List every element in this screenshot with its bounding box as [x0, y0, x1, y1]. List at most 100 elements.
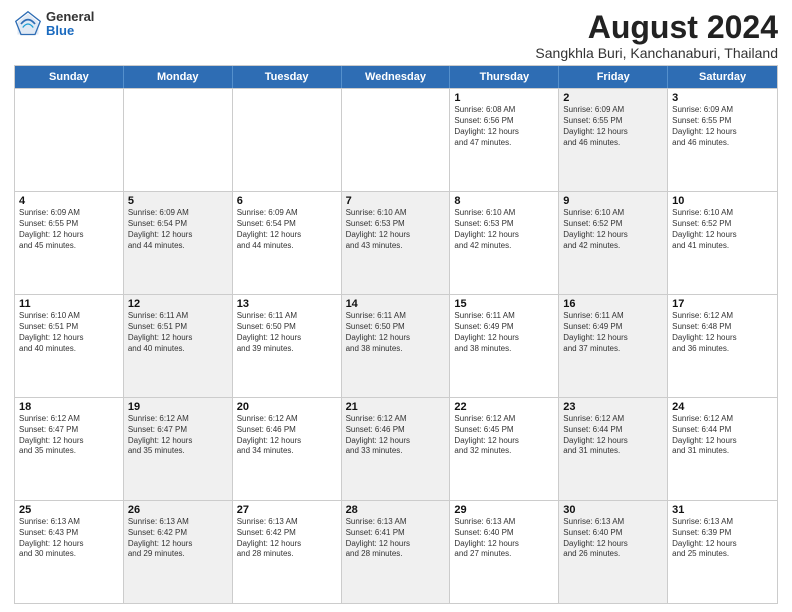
day-number: 28 [346, 504, 446, 516]
day-number: 22 [454, 401, 554, 413]
day-number: 4 [19, 195, 119, 207]
calendar-cell-21: 21Sunrise: 6:12 AM Sunset: 6:46 PM Dayli… [342, 398, 451, 500]
calendar-row-2: 11Sunrise: 6:10 AM Sunset: 6:51 PM Dayli… [15, 294, 777, 397]
calendar-cell-7: 7Sunrise: 6:10 AM Sunset: 6:53 PM Daylig… [342, 192, 451, 294]
day-number: 25 [19, 504, 119, 516]
day-number: 7 [346, 195, 446, 207]
calendar-cell-15: 15Sunrise: 6:11 AM Sunset: 6:49 PM Dayli… [450, 295, 559, 397]
calendar-row-4: 25Sunrise: 6:13 AM Sunset: 6:43 PM Dayli… [15, 500, 777, 603]
calendar-row-0: 1Sunrise: 6:08 AM Sunset: 6:56 PM Daylig… [15, 88, 777, 191]
day-number: 15 [454, 298, 554, 310]
calendar-cell-23: 23Sunrise: 6:12 AM Sunset: 6:44 PM Dayli… [559, 398, 668, 500]
calendar-cell-26: 26Sunrise: 6:13 AM Sunset: 6:42 PM Dayli… [124, 501, 233, 603]
day-number: 10 [672, 195, 773, 207]
day-info: Sunrise: 6:12 AM Sunset: 6:44 PM Dayligh… [672, 414, 773, 457]
day-number: 12 [128, 298, 228, 310]
day-number: 6 [237, 195, 337, 207]
header: General Blue August 2024 Sangkhla Buri, … [14, 10, 778, 61]
title-block: August 2024 Sangkhla Buri, Kanchanaburi,… [535, 10, 778, 61]
day-info: Sunrise: 6:09 AM Sunset: 6:55 PM Dayligh… [672, 105, 773, 148]
calendar-cell-11: 11Sunrise: 6:10 AM Sunset: 6:51 PM Dayli… [15, 295, 124, 397]
day-info: Sunrise: 6:11 AM Sunset: 6:49 PM Dayligh… [454, 311, 554, 354]
calendar-cell-1: 1Sunrise: 6:08 AM Sunset: 6:56 PM Daylig… [450, 89, 559, 191]
day-info: Sunrise: 6:12 AM Sunset: 6:48 PM Dayligh… [672, 311, 773, 354]
day-info: Sunrise: 6:09 AM Sunset: 6:54 PM Dayligh… [237, 208, 337, 251]
calendar-row-1: 4Sunrise: 6:09 AM Sunset: 6:55 PM Daylig… [15, 191, 777, 294]
day-number: 5 [128, 195, 228, 207]
day-number: 13 [237, 298, 337, 310]
day-number: 9 [563, 195, 663, 207]
calendar-cell-empty-0-3 [342, 89, 451, 191]
calendar-cell-2: 2Sunrise: 6:09 AM Sunset: 6:55 PM Daylig… [559, 89, 668, 191]
day-info: Sunrise: 6:13 AM Sunset: 6:39 PM Dayligh… [672, 517, 773, 560]
calendar-cell-17: 17Sunrise: 6:12 AM Sunset: 6:48 PM Dayli… [668, 295, 777, 397]
day-info: Sunrise: 6:10 AM Sunset: 6:53 PM Dayligh… [454, 208, 554, 251]
calendar-cell-24: 24Sunrise: 6:12 AM Sunset: 6:44 PM Dayli… [668, 398, 777, 500]
calendar-cell-empty-0-0 [15, 89, 124, 191]
calendar-cell-10: 10Sunrise: 6:10 AM Sunset: 6:52 PM Dayli… [668, 192, 777, 294]
calendar-cell-31: 31Sunrise: 6:13 AM Sunset: 6:39 PM Dayli… [668, 501, 777, 603]
calendar-cell-5: 5Sunrise: 6:09 AM Sunset: 6:54 PM Daylig… [124, 192, 233, 294]
day-number: 16 [563, 298, 663, 310]
day-number: 18 [19, 401, 119, 413]
calendar-cell-8: 8Sunrise: 6:10 AM Sunset: 6:53 PM Daylig… [450, 192, 559, 294]
page: General Blue August 2024 Sangkhla Buri, … [0, 0, 792, 612]
header-day-tuesday: Tuesday [233, 66, 342, 88]
header-day-sunday: Sunday [15, 66, 124, 88]
calendar-cell-19: 19Sunrise: 6:12 AM Sunset: 6:47 PM Dayli… [124, 398, 233, 500]
day-info: Sunrise: 6:13 AM Sunset: 6:40 PM Dayligh… [563, 517, 663, 560]
day-info: Sunrise: 6:11 AM Sunset: 6:49 PM Dayligh… [563, 311, 663, 354]
calendar-row-3: 18Sunrise: 6:12 AM Sunset: 6:47 PM Dayli… [15, 397, 777, 500]
day-info: Sunrise: 6:13 AM Sunset: 6:43 PM Dayligh… [19, 517, 119, 560]
day-number: 31 [672, 504, 773, 516]
calendar-cell-20: 20Sunrise: 6:12 AM Sunset: 6:46 PM Dayli… [233, 398, 342, 500]
calendar-cell-27: 27Sunrise: 6:13 AM Sunset: 6:42 PM Dayli… [233, 501, 342, 603]
calendar-cell-16: 16Sunrise: 6:11 AM Sunset: 6:49 PM Dayli… [559, 295, 668, 397]
logo-blue: Blue [46, 24, 94, 38]
calendar-cell-12: 12Sunrise: 6:11 AM Sunset: 6:51 PM Dayli… [124, 295, 233, 397]
logo: General Blue [14, 10, 94, 39]
header-day-wednesday: Wednesday [342, 66, 451, 88]
day-info: Sunrise: 6:13 AM Sunset: 6:40 PM Dayligh… [454, 517, 554, 560]
day-info: Sunrise: 6:10 AM Sunset: 6:52 PM Dayligh… [563, 208, 663, 251]
calendar-cell-13: 13Sunrise: 6:11 AM Sunset: 6:50 PM Dayli… [233, 295, 342, 397]
calendar: SundayMondayTuesdayWednesdayThursdayFrid… [14, 65, 778, 604]
day-info: Sunrise: 6:12 AM Sunset: 6:44 PM Dayligh… [563, 414, 663, 457]
day-number: 24 [672, 401, 773, 413]
day-number: 20 [237, 401, 337, 413]
day-number: 17 [672, 298, 773, 310]
day-info: Sunrise: 6:08 AM Sunset: 6:56 PM Dayligh… [454, 105, 554, 148]
day-info: Sunrise: 6:11 AM Sunset: 6:50 PM Dayligh… [346, 311, 446, 354]
day-info: Sunrise: 6:10 AM Sunset: 6:51 PM Dayligh… [19, 311, 119, 354]
day-number: 11 [19, 298, 119, 310]
day-info: Sunrise: 6:10 AM Sunset: 6:53 PM Dayligh… [346, 208, 446, 251]
calendar-cell-9: 9Sunrise: 6:10 AM Sunset: 6:52 PM Daylig… [559, 192, 668, 294]
day-number: 1 [454, 92, 554, 104]
calendar-cell-empty-0-2 [233, 89, 342, 191]
day-number: 8 [454, 195, 554, 207]
day-info: Sunrise: 6:10 AM Sunset: 6:52 PM Dayligh… [672, 208, 773, 251]
day-number: 21 [346, 401, 446, 413]
calendar-header: SundayMondayTuesdayWednesdayThursdayFrid… [15, 66, 777, 88]
day-info: Sunrise: 6:12 AM Sunset: 6:46 PM Dayligh… [237, 414, 337, 457]
header-day-saturday: Saturday [668, 66, 777, 88]
logo-text: General Blue [46, 10, 94, 39]
day-info: Sunrise: 6:13 AM Sunset: 6:42 PM Dayligh… [237, 517, 337, 560]
day-info: Sunrise: 6:09 AM Sunset: 6:55 PM Dayligh… [563, 105, 663, 148]
day-info: Sunrise: 6:12 AM Sunset: 6:45 PM Dayligh… [454, 414, 554, 457]
logo-icon [14, 10, 42, 38]
calendar-cell-empty-0-1 [124, 89, 233, 191]
logo-general: General [46, 10, 94, 24]
location-title: Sangkhla Buri, Kanchanaburi, Thailand [535, 45, 778, 61]
day-info: Sunrise: 6:11 AM Sunset: 6:51 PM Dayligh… [128, 311, 228, 354]
day-number: 27 [237, 504, 337, 516]
calendar-cell-28: 28Sunrise: 6:13 AM Sunset: 6:41 PM Dayli… [342, 501, 451, 603]
header-day-monday: Monday [124, 66, 233, 88]
calendar-cell-4: 4Sunrise: 6:09 AM Sunset: 6:55 PM Daylig… [15, 192, 124, 294]
calendar-cell-29: 29Sunrise: 6:13 AM Sunset: 6:40 PM Dayli… [450, 501, 559, 603]
day-number: 14 [346, 298, 446, 310]
calendar-cell-3: 3Sunrise: 6:09 AM Sunset: 6:55 PM Daylig… [668, 89, 777, 191]
calendar-cell-18: 18Sunrise: 6:12 AM Sunset: 6:47 PM Dayli… [15, 398, 124, 500]
day-number: 19 [128, 401, 228, 413]
calendar-cell-25: 25Sunrise: 6:13 AM Sunset: 6:43 PM Dayli… [15, 501, 124, 603]
